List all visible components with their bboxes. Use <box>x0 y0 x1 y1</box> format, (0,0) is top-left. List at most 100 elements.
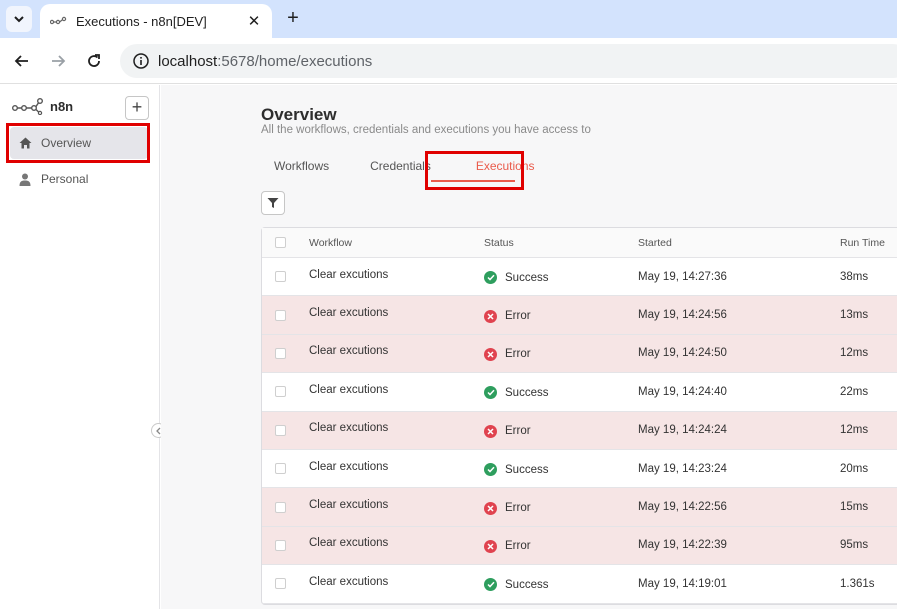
sidebar-item-label: Overview <box>41 136 92 150</box>
started-cell: May 19, 14:19:01 <box>638 577 727 590</box>
row-select-cell <box>262 578 298 590</box>
reload-button[interactable] <box>83 50 105 72</box>
col-header-run-time: Run Time <box>840 236 885 249</box>
status-text: Success <box>505 386 549 399</box>
n8n-favicon-icon <box>50 14 68 28</box>
started-cell: May 19, 14:27:36 <box>638 270 727 283</box>
started-cell: May 19, 14:24:24 <box>638 424 727 437</box>
new-tab-button[interactable]: + <box>282 7 304 29</box>
col-header-started: Started <box>638 236 672 249</box>
row-checkbox[interactable] <box>274 271 286 283</box>
user-icon <box>18 172 32 186</box>
url-host: localhost <box>158 52 218 70</box>
status-text: Error <box>505 502 531 515</box>
table-row[interactable]: Clear excutions Error May 19, 14:24:24 12ms <box>262 411 897 450</box>
started-cell: May 19, 14:24:56 <box>638 309 727 322</box>
row-checkbox[interactable] <box>274 463 286 475</box>
started-cell: May 19, 14:24:50 <box>638 347 727 360</box>
executions-table: Workflow Status Started Run Time Clear e… <box>261 227 897 605</box>
run-time-cell: 12ms <box>840 424 869 437</box>
address-bar[interactable]: localhost:5678/home/executions <box>120 44 897 78</box>
status-cell: Error <box>484 347 638 361</box>
table-row[interactable]: Clear excutions Success May 19, 14:27:36 38… <box>262 258 897 297</box>
run-time-cell: 1.361s <box>840 577 875 590</box>
browser-toolbar: localhost:5678/home/executions <box>0 38 897 84</box>
arrow-left-icon <box>14 55 28 67</box>
workflow-cell: Clear excutions <box>309 383 389 396</box>
forward-button[interactable] <box>47 50 69 72</box>
status-cell: Error <box>484 424 638 438</box>
add-button[interactable]: + <box>125 96 149 120</box>
workflow-cell: Clear excutions <box>309 422 389 435</box>
tab-search-button[interactable] <box>6 6 32 32</box>
brand[interactable]: n8n <box>12 97 73 115</box>
reload-icon <box>88 54 100 67</box>
n8n-logo-icon <box>12 98 44 115</box>
success-check-icon <box>484 463 497 477</box>
run-time-cell: 22ms <box>840 385 869 398</box>
table-row[interactable]: Clear excutions Error May 19, 14:24:56 13ms <box>262 296 897 335</box>
workflow-cell: Clear excutions <box>309 307 389 320</box>
error-icon <box>484 309 497 323</box>
col-header-workflow: Workflow <box>309 236 352 249</box>
main-content: Overview All the workflows, credentials … <box>161 85 897 609</box>
brand-name: n8n <box>50 98 74 114</box>
row-checkbox[interactable] <box>274 386 286 398</box>
select-all-checkbox[interactable] <box>274 237 286 248</box>
back-button[interactable] <box>11 50 33 72</box>
started-cell: May 19, 14:22:39 <box>638 539 727 552</box>
status-cell: Error <box>484 309 638 323</box>
browser-tab-title: Executions - n8n[DEV] <box>76 13 207 29</box>
browser-tab-executions[interactable]: Executions - n8n[DEV] ✕ <box>40 4 272 38</box>
filter-button[interactable] <box>261 191 285 215</box>
table-row[interactable]: Clear excutions Error May 19, 14:22:56 15ms <box>262 488 897 527</box>
run-time-cell: 20ms <box>840 462 869 475</box>
table-row[interactable]: Clear excutions Error May 19, 14:24:50 12ms <box>262 334 897 374</box>
page-title: Overview <box>261 105 337 124</box>
workflow-cell: Clear excutions <box>309 345 389 358</box>
site-info-icon[interactable] <box>132 52 150 70</box>
tab-credentials[interactable]: Credentials <box>357 159 431 183</box>
url-path: :5678/home/executions <box>217 52 373 70</box>
row-select-cell <box>262 271 298 283</box>
table-row[interactable]: Clear excutions Success May 19, 14:24:40 22… <box>262 373 897 412</box>
status-text: Error <box>505 425 531 438</box>
status-text: Error <box>505 348 531 361</box>
success-check-icon <box>484 271 497 285</box>
status-cell: Success <box>484 578 638 592</box>
row-checkbox[interactable] <box>274 501 286 513</box>
col-header-status: Status <box>484 236 514 249</box>
close-tab-icon[interactable]: ✕ <box>246 12 262 30</box>
tab-workflows[interactable]: Workflows <box>261 159 329 183</box>
sidebar-item-overview[interactable]: Overview <box>10 127 148 159</box>
status-text: Error <box>505 540 531 553</box>
active-tab-underline <box>431 180 515 182</box>
row-checkbox[interactable] <box>274 578 286 590</box>
status-cell: Error <box>484 539 638 553</box>
browser-tabstrip: Executions - n8n[DEV] ✕ + <box>0 0 897 38</box>
table-row[interactable]: Clear excutions Error May 19, 14:22:39 95ms <box>262 526 897 566</box>
table-body: Clear excutions Success May 19, 14:27:36 38… <box>262 258 897 604</box>
success-check-icon <box>484 578 497 592</box>
workflow-cell: Clear excutions <box>309 460 389 473</box>
run-time-cell: 13ms <box>840 309 869 322</box>
table-header: Workflow Status Started Run Time <box>262 228 897 258</box>
started-cell: May 19, 14:24:40 <box>638 385 727 398</box>
row-checkbox[interactable] <box>274 539 286 551</box>
row-checkbox[interactable] <box>274 309 286 321</box>
status-cell: Success <box>484 463 638 477</box>
row-select-cell <box>262 347 298 359</box>
status-text: Success <box>505 578 549 591</box>
sidebar-item-personal[interactable]: Personal <box>10 163 148 195</box>
table-row[interactable]: Clear excutions Success May 19, 14:23:24 20… <box>262 450 897 489</box>
run-time-cell: 15ms <box>840 501 869 514</box>
sidebar-item-label: Personal <box>41 172 89 186</box>
chevron-down-icon <box>14 16 24 23</box>
run-time-cell: 38ms <box>840 270 869 283</box>
status-cell: Error <box>484 501 638 515</box>
workflow-cell: Clear excutions <box>309 268 389 281</box>
table-row[interactable]: Clear excutions Success May 19, 14:19:01 1.… <box>262 565 897 604</box>
row-checkbox[interactable] <box>274 347 286 359</box>
started-cell: May 19, 14:22:56 <box>638 501 727 514</box>
row-checkbox[interactable] <box>274 424 286 436</box>
